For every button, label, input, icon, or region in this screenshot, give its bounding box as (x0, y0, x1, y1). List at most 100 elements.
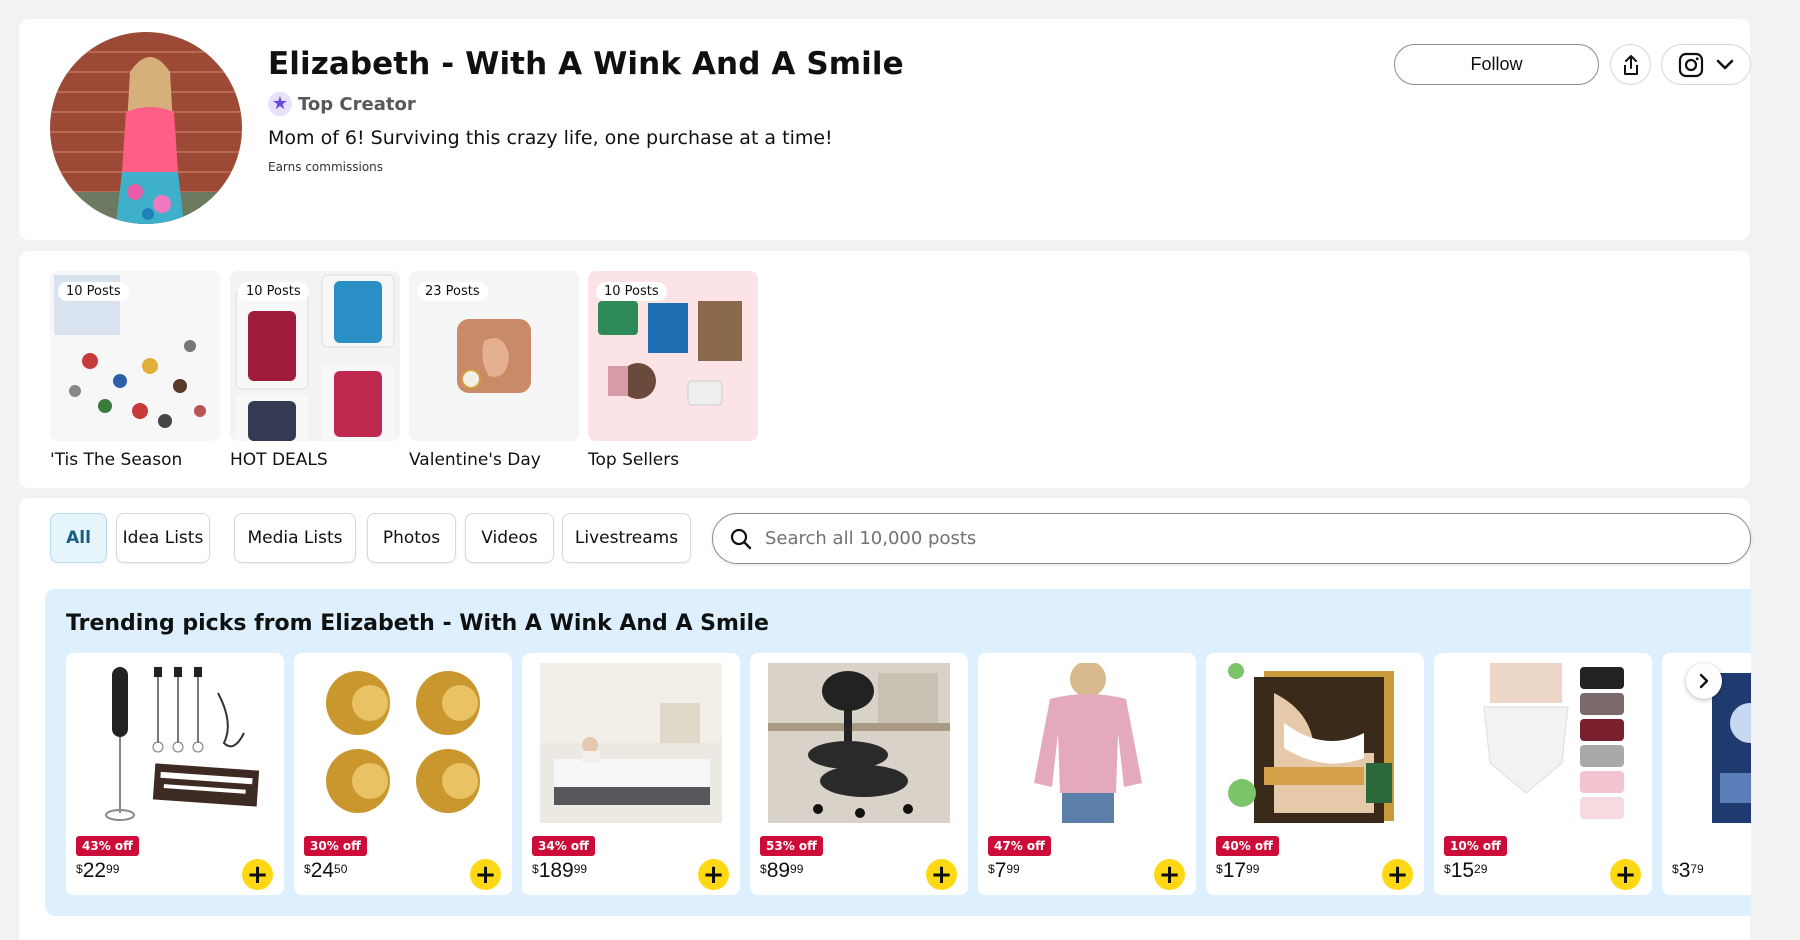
badge-label: Top Creator (298, 93, 416, 115)
add-to-cart-button[interactable]: + (698, 859, 729, 890)
social-links-dropdown[interactable] (1661, 44, 1751, 85)
deal-badge: 34% off (532, 836, 595, 856)
trending-picks: Trending picks from Elizabeth - With A W… (45, 589, 1751, 916)
chevron-right-icon (1699, 673, 1709, 689)
product-card[interactable]: 10% off $ 15 29 + (1434, 653, 1652, 895)
deal-badge: 40% off (1216, 836, 1279, 856)
trending-title: Trending picks from Elizabeth - With A W… (66, 611, 769, 636)
product-card[interactable]: 30% off $ 24 50 + (294, 653, 512, 895)
profile-name: Elizabeth - With A Wink And A Smile (268, 46, 904, 82)
plus-icon: + (930, 859, 953, 890)
collection-tis-the-season[interactable]: 10 Posts 'Tis The Season (50, 271, 220, 470)
avatar[interactable] (50, 32, 242, 224)
collection-name: HOT DEALS (230, 450, 328, 470)
product-price: $ 15 29 (1444, 860, 1487, 881)
profile-header: Elizabeth - With A Wink And A Smile ★ To… (19, 19, 1751, 240)
product-image (84, 663, 266, 823)
collections-section: 10 Posts 'Tis The Season 10 Posts HOT DE… (19, 251, 1750, 488)
post-count: 23 Posts (417, 282, 488, 301)
share-button[interactable] (1610, 44, 1651, 85)
collection-hot-deals[interactable]: 10 Posts HOT DEALS (230, 271, 400, 470)
deal-badge: 47% off (988, 836, 1051, 856)
price-cents: 99 (106, 862, 120, 876)
search-input[interactable] (765, 528, 1665, 549)
instagram-icon (1678, 52, 1704, 77)
price-dollars: 22 (82, 859, 107, 882)
search-bar[interactable] (712, 513, 1751, 564)
price-cents: 29 (1474, 862, 1488, 876)
price-cents: 99 (1006, 862, 1020, 876)
price-cents: 99 (1246, 862, 1260, 876)
deal-badge: 10% off (1444, 836, 1507, 856)
product-card[interactable]: 47% off $ 7 99 + (978, 653, 1196, 895)
carousel-next-button[interactable] (1686, 663, 1722, 699)
price-cents: 79 (1690, 862, 1704, 876)
product-image (768, 663, 950, 823)
tab-livestreams[interactable]: Livestreams (562, 513, 691, 563)
plus-icon: + (1158, 859, 1181, 890)
product-image (312, 663, 494, 823)
product-image (996, 663, 1178, 823)
tab-videos[interactable]: Videos (465, 513, 554, 563)
price-dollars: 89 (766, 859, 791, 882)
collection-name: Top Sellers (588, 450, 680, 470)
price-currency: $ (76, 862, 83, 876)
post-count: 10 Posts (58, 282, 129, 301)
commission-note: Earns commissions (268, 160, 384, 174)
plus-icon: + (246, 859, 269, 890)
share-icon (1623, 54, 1638, 75)
chevron-down-icon (1716, 59, 1734, 69)
follow-button[interactable]: Follow (1394, 44, 1599, 85)
price-cents: 99 (790, 862, 804, 876)
product-image (540, 663, 722, 823)
add-to-cart-button[interactable]: + (1382, 859, 1413, 890)
deal-badge: 53% off (760, 836, 823, 856)
post-count: 10 Posts (238, 282, 309, 301)
tab-idea-lists[interactable]: Idea Lists (116, 513, 210, 563)
price-currency: $ (760, 862, 767, 876)
posts-section: All Idea Lists Media Lists Photos Videos… (19, 498, 1751, 940)
product-card[interactable]: 43% off $ 22 99 + (66, 653, 284, 895)
avatar-image (50, 32, 242, 224)
star-icon: ★ (268, 92, 292, 116)
price-cents: 50 (334, 862, 348, 876)
tab-photos[interactable]: Photos (367, 513, 456, 563)
product-card[interactable]: 40% off $ 17 99 + (1206, 653, 1424, 895)
product-price: $ 22 99 (76, 860, 119, 881)
tab-media-lists[interactable]: Media Lists (234, 513, 356, 563)
product-price: $ 17 99 (1216, 860, 1259, 881)
tab-all[interactable]: All (50, 513, 107, 563)
price-dollars: 17 (1222, 859, 1247, 882)
product-price: $ 189 99 (532, 860, 587, 881)
plus-icon: + (1386, 859, 1409, 890)
collection-name: 'Tis The Season (50, 450, 183, 470)
price-currency: $ (1216, 862, 1223, 876)
collection-thumbnail: 10 Posts (230, 271, 400, 441)
price-currency: $ (1672, 862, 1679, 876)
deal-badge: 43% off (76, 836, 139, 856)
add-to-cart-button[interactable]: + (470, 859, 501, 890)
product-card[interactable]: 34% off $ 189 99 + (522, 653, 740, 895)
price-currency: $ (304, 862, 311, 876)
price-dollars: 3 (1678, 859, 1691, 882)
product-price: $ 24 50 (304, 860, 347, 881)
plus-icon: + (702, 859, 725, 890)
price-cents: 99 (573, 862, 588, 876)
profile-bio: Mom of 6! Surviving this crazy life, one… (268, 127, 833, 149)
collection-valentines-day[interactable]: 23 Posts Valentine's Day (409, 271, 579, 470)
collection-thumbnail: 10 Posts (50, 271, 220, 441)
add-to-cart-button[interactable]: + (1154, 859, 1185, 890)
price-dollars: 24 (310, 859, 335, 882)
product-price: $ 3 79 (1672, 860, 1704, 881)
product-image (1452, 663, 1634, 823)
collection-top-sellers[interactable]: 10 Posts Top Sellers (588, 271, 758, 470)
collection-thumbnail: 10 Posts (588, 271, 758, 441)
add-to-cart-button[interactable]: + (926, 859, 957, 890)
post-count: 10 Posts (596, 282, 667, 301)
product-image (1224, 663, 1406, 823)
product-card[interactable]: 53% off $ 89 99 + (750, 653, 968, 895)
plus-icon: + (1614, 859, 1637, 890)
collection-thumbnail: 23 Posts (409, 271, 579, 441)
add-to-cart-button[interactable]: + (242, 859, 273, 890)
add-to-cart-button[interactable]: + (1610, 859, 1641, 890)
